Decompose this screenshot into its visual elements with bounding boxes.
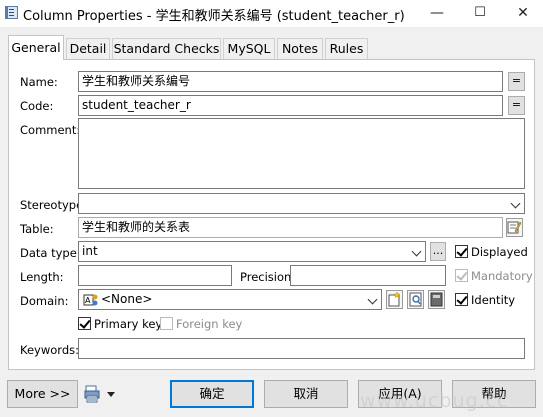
table-label: Table:	[20, 222, 54, 236]
comment-textarea[interactable]	[78, 118, 525, 189]
table-field: 学生和教师的关系表	[78, 217, 503, 238]
data-type-browse-button[interactable]: ...	[430, 242, 446, 261]
domain-label: Domain:	[20, 294, 69, 308]
foreign-key-label: Foreign key	[176, 317, 243, 331]
printer-icon	[84, 385, 115, 403]
tab-mysql[interactable]: MySQL	[223, 38, 275, 59]
mandatory-label: Mandatory	[471, 269, 533, 283]
create-domain-icon[interactable]	[386, 290, 403, 309]
title-bar: Column Properties - 学生和教师关系编号 (student_t…	[0, 0, 543, 28]
tab-standard-checks[interactable]: Standard Checks	[112, 38, 221, 59]
print-menu-button[interactable]	[84, 385, 118, 403]
stereotype-select[interactable]	[78, 193, 525, 214]
keywords-label: Keywords:	[20, 343, 79, 357]
tab-notes[interactable]: Notes	[277, 38, 323, 59]
stereotype-label: Stereotype:	[20, 198, 88, 212]
code-input[interactable]: student_teacher_r	[78, 95, 503, 116]
length-input[interactable]	[78, 265, 232, 286]
primary-key-label: Primary key	[94, 317, 163, 331]
close-button[interactable]: ✕	[503, 0, 543, 27]
tab-detail[interactable]: Detail	[66, 38, 110, 59]
chevron-down-icon	[367, 294, 378, 305]
data-type-select[interactable]: int	[78, 241, 426, 262]
table-properties-icon[interactable]	[506, 218, 523, 237]
svg-text:A: A	[85, 296, 91, 305]
displayed-label: Displayed	[471, 245, 528, 259]
primary-key-checkbox[interactable]	[78, 317, 91, 330]
watermark: www.ucbug.cc	[360, 390, 509, 412]
cancel-button[interactable]: 取消	[264, 380, 348, 408]
column-properties-icon	[5, 6, 18, 19]
comment-label: Comment:	[20, 123, 81, 137]
identity-checkbox[interactable]	[455, 293, 468, 306]
domain-value: <None>	[101, 292, 153, 306]
chevron-down-icon	[411, 246, 422, 257]
data-type-label: Data type:	[20, 246, 81, 260]
column-properties-window: Column Properties - 学生和教师关系编号 (student_t…	[0, 0, 543, 417]
identity-label: Identity	[471, 293, 516, 307]
foreign-key-checkbox	[160, 317, 173, 330]
tab-general[interactable]: General	[8, 35, 64, 60]
ok-button[interactable]: 确定	[170, 380, 254, 408]
keywords-input[interactable]	[78, 338, 525, 359]
code-label: Code:	[20, 99, 54, 113]
domain-icon: A	[83, 294, 98, 306]
mandatory-checkbox	[455, 269, 468, 282]
domain-properties-icon[interactable]	[407, 290, 424, 309]
chevron-down-icon	[510, 198, 521, 209]
more-button[interactable]: More >>	[7, 380, 78, 408]
maximize-button[interactable]: ☐	[460, 0, 500, 27]
domain-select[interactable]: A <None>	[78, 289, 382, 310]
precision-input[interactable]	[290, 265, 446, 286]
minimize-button[interactable]: —	[417, 0, 457, 27]
tab-rules[interactable]: Rules	[325, 38, 368, 59]
domain-tools-icon[interactable]	[428, 290, 445, 309]
name-input[interactable]: 学生和教师关系编号	[78, 71, 503, 92]
code-equals-button[interactable]: =	[508, 96, 525, 115]
name-label: Name:	[20, 75, 58, 89]
name-equals-button[interactable]: =	[508, 72, 525, 91]
data-type-value: int	[82, 244, 98, 258]
window-title: Column Properties - 学生和教师关系编号 (student_t…	[23, 9, 405, 24]
length-label: Length:	[20, 270, 64, 284]
displayed-checkbox[interactable]	[455, 245, 468, 258]
precision-label: Precision:	[240, 270, 296, 284]
